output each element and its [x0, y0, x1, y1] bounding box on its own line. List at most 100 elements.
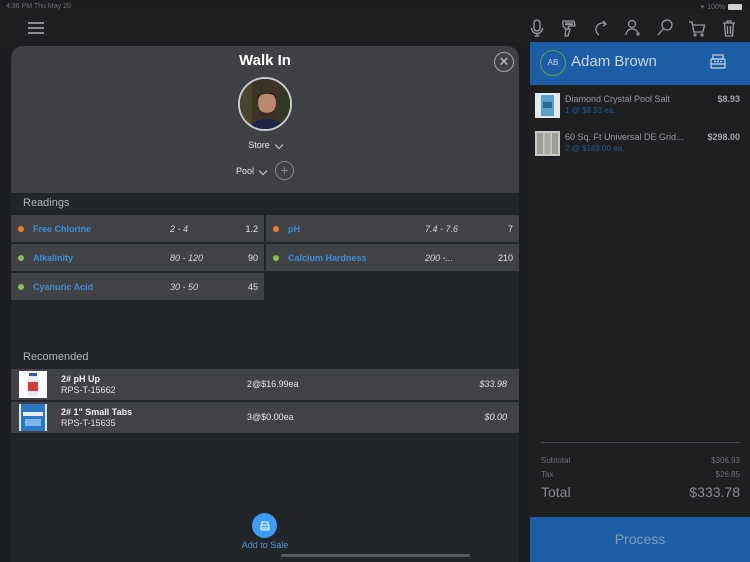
pool-dropdown[interactable]: Pool: [236, 166, 268, 176]
cart-panel: AB Adam Brown Diamond Crystal Pool Salt …: [530, 42, 750, 562]
reading-alkalinity[interactable]: Alkalinity 80 - 120 90: [11, 244, 264, 271]
reading-value: 7: [507, 223, 513, 234]
delete-button[interactable]: [717, 17, 740, 39]
reading-cyanuric-acid[interactable]: Cyanuric Acid 30 - 50 45: [11, 273, 264, 300]
status-time: 4:36 PM Thu May 20: [6, 3, 71, 10]
reading-value: 45: [247, 281, 258, 292]
cart-item[interactable]: Diamond Crystal Pool Salt 1 @ $8.93 ea. …: [530, 87, 750, 121]
menu-icon-bar: [28, 27, 44, 29]
product-thumbnail: [535, 93, 560, 118]
status-dot-icon: [273, 254, 279, 261]
microphone-button[interactable]: [525, 17, 548, 39]
salt-bag-icon: [535, 93, 560, 118]
total-row: Total $333.78: [541, 484, 740, 500]
reading-range: 2 - 4: [170, 223, 189, 234]
cart-icon: [688, 21, 705, 37]
product-sku: RPS-T-15635: [61, 418, 116, 428]
tax-row: Tax $26.85: [541, 470, 740, 479]
reading-name: Free Chlorine: [33, 223, 92, 234]
subtotal-label: Subtotal: [541, 456, 571, 465]
reading-range: 200 -...: [425, 252, 454, 263]
readings-heading: Readings: [23, 197, 70, 209]
cart-item-price: $298.00: [707, 132, 740, 142]
menu-icon-bar: [28, 22, 44, 24]
close-icon: ✕: [498, 54, 510, 69]
customer-photo[interactable]: [238, 77, 292, 131]
cart-item-qty: 2 @ $149.00 ea.: [565, 144, 625, 153]
add-user-icon: [624, 19, 640, 36]
cart-item-name: 60 Sq. Ft Universal DE Grid...: [565, 132, 684, 142]
subtotal-row: Subtotal $306.93: [541, 456, 740, 465]
product-qty-price: 2@$16.99ea: [247, 379, 299, 389]
menu-button[interactable]: [28, 22, 44, 34]
reading-ph[interactable]: pH 7.4 - 7.6 7: [266, 215, 519, 242]
customer-avatar[interactable]: AB: [540, 50, 566, 76]
home-indicator[interactable]: [281, 554, 470, 557]
product-total: $0.00: [484, 412, 507, 422]
tax-value: $26.85: [715, 470, 740, 479]
product-thumbnail: [535, 131, 560, 156]
cash-register-icon[interactable]: [708, 52, 728, 72]
status-right: ▾ 100%: [701, 3, 742, 11]
refresh-button[interactable]: [589, 17, 612, 39]
menu-icon-bar: [28, 32, 44, 34]
cart-item[interactable]: 60 Sq. Ft Universal DE Grid... 2 @ $149.…: [530, 125, 750, 159]
store-dropdown[interactable]: Store: [11, 140, 519, 150]
total-value: $333.78: [689, 484, 740, 500]
recommended-item[interactable]: 2# 1" Small Tabs RPS-T-15635 3@$0.00ea $…: [11, 402, 519, 433]
product-total: $33.98: [479, 379, 507, 389]
add-to-sale-button[interactable]: [252, 513, 277, 538]
product-thumbnail: [19, 404, 47, 431]
status-dot-icon: [18, 283, 24, 290]
chevron-down-icon: [258, 166, 268, 175]
totals-divider: [541, 442, 740, 443]
barcode-scanner-button[interactable]: [557, 17, 580, 39]
status-dot-icon: [18, 254, 24, 261]
toolbar-actions: [525, 17, 740, 39]
microphone-icon: [530, 19, 543, 37]
close-button[interactable]: ✕: [494, 52, 514, 72]
cart-button[interactable]: [685, 17, 708, 39]
customer-name[interactable]: Adam Brown: [571, 53, 657, 70]
customer-header: AB Adam Brown: [530, 42, 750, 85]
add-to-sale-label[interactable]: Add to Sale: [225, 540, 305, 550]
reading-name: Calcium Hardness: [288, 252, 367, 263]
reading-range: 30 - 50: [170, 281, 199, 292]
add-customer-button[interactable]: [621, 17, 644, 39]
recommended-heading: Recomended: [23, 351, 89, 363]
reading-value: 1.2: [245, 223, 258, 234]
reading-free-chlorine[interactable]: Free Chlorine 2 - 4 1.2: [11, 215, 264, 242]
product-name: 2# pH Up: [61, 374, 101, 384]
modal-title: Walk In: [239, 52, 291, 69]
tax-label: Tax: [541, 470, 554, 479]
reading-range: 7.4 - 7.6: [425, 223, 459, 234]
subtotal-value: $306.93: [711, 456, 740, 465]
modal-header: Walk In ✕ Store Pool +: [11, 46, 519, 193]
trash-icon: [722, 20, 735, 37]
recommended-item[interactable]: 2# pH Up RPS-T-15662 2@$16.99ea $33.98: [11, 369, 519, 400]
reading-name: Alkalinity: [33, 252, 74, 263]
search-icon: [657, 19, 673, 36]
product-thumbnail: [19, 371, 47, 398]
pos-app: 4:36 PM Thu May 20 ▾ 100% Walk In ✕ Stor…: [0, 0, 750, 562]
add-pool-button[interactable]: +: [275, 161, 294, 180]
process-button[interactable]: Process: [530, 517, 750, 562]
reading-range: 80 - 120: [170, 252, 204, 263]
search-button[interactable]: [653, 17, 676, 39]
de-grid-icon: [535, 131, 560, 156]
plus-icon: +: [280, 162, 289, 178]
customer-modal: Walk In ✕ Store Pool + Readings Free Chl…: [11, 46, 519, 562]
status-bar: 4:36 PM Thu May 20 ▾ 100%: [0, 0, 750, 14]
reading-calcium-hardness[interactable]: Calcium Hardness 200 -... 210: [266, 244, 519, 271]
status-dot-icon: [273, 225, 279, 232]
store-dropdown-label: Store: [248, 140, 270, 150]
status-dot-icon: [18, 225, 24, 232]
reading-name: pH: [288, 223, 300, 234]
product-name: 2# 1" Small Tabs: [61, 407, 133, 417]
battery-percent: 100%: [707, 3, 725, 11]
cart-item-name: Diamond Crystal Pool Salt: [565, 94, 671, 104]
reading-value: 90: [247, 252, 258, 263]
person-photo-icon: [240, 79, 290, 129]
reading-value: 210: [497, 252, 513, 263]
battery-icon: [728, 4, 742, 10]
